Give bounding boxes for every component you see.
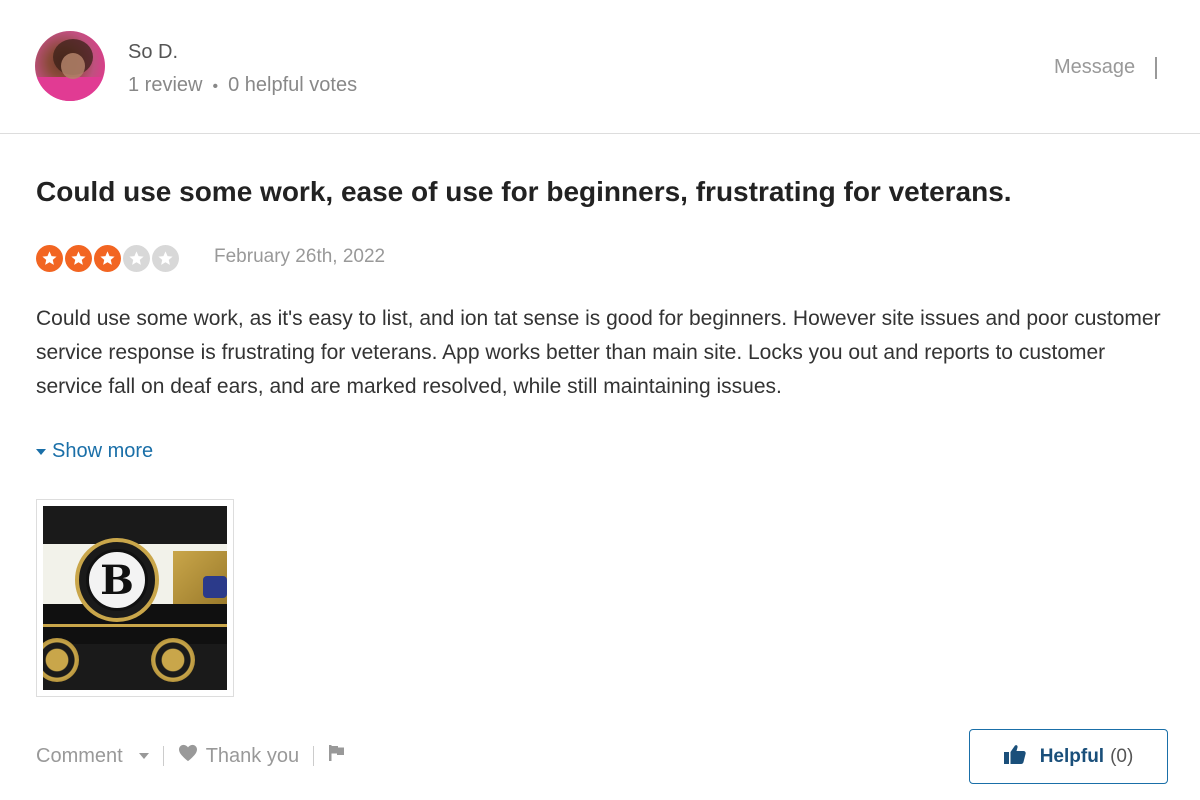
star-icon [123, 245, 150, 272]
star-icon [36, 245, 63, 272]
user-name[interactable]: So D. [128, 41, 178, 64]
review-page: So D. 1 review • 0 helpful votes Message C… [0, 0, 1200, 800]
thumbs-up-icon [1003, 744, 1026, 769]
show-more-link[interactable]: Show more [36, 440, 153, 463]
divider [313, 746, 315, 766]
helpful-votes-count: 0 helpful votes [228, 74, 358, 96]
show-more-label: Show more [52, 440, 154, 462]
flag-icon [328, 744, 346, 768]
user-header: So D. 1 review • 0 helpful votes Message [0, 0, 1200, 134]
comment-label: Comment [36, 744, 123, 767]
thank-you-button[interactable]: Thank you [178, 744, 299, 768]
stats-separator: • [212, 78, 219, 95]
message-link[interactable]: Message [1054, 56, 1135, 79]
review-title: Could use some work, ease of use for beg… [36, 176, 1012, 207]
review-photo: B [43, 506, 227, 690]
message-separator [1155, 57, 1157, 79]
helpful-label: Helpful [1039, 745, 1105, 767]
comment-button[interactable]: Comment [36, 745, 149, 768]
review-date: February 26th, 2022 [214, 246, 386, 267]
star-icon [152, 245, 179, 272]
report-button[interactable] [328, 744, 346, 768]
divider [162, 746, 164, 766]
star-icon [65, 245, 92, 272]
review-photo-thumbnail[interactable]: B [36, 499, 234, 697]
review-count: 1 review [128, 74, 203, 96]
avatar[interactable] [35, 31, 105, 101]
heart-icon [178, 744, 198, 768]
thank-you-label: Thank you [205, 744, 300, 767]
caret-down-icon [36, 448, 46, 455]
review-actions: Comment Thank you [36, 741, 346, 771]
star-icon [94, 245, 121, 272]
user-stats: 1 review • 0 helpful votes [128, 74, 357, 97]
star-rating [36, 245, 179, 272]
chevron-down-icon [138, 753, 149, 759]
helpful-button[interactable]: Helpful (0) [969, 729, 1168, 784]
helpful-count: (0) [1110, 745, 1134, 767]
review-body: Could use some work, as it's easy to lis… [36, 307, 1161, 398]
